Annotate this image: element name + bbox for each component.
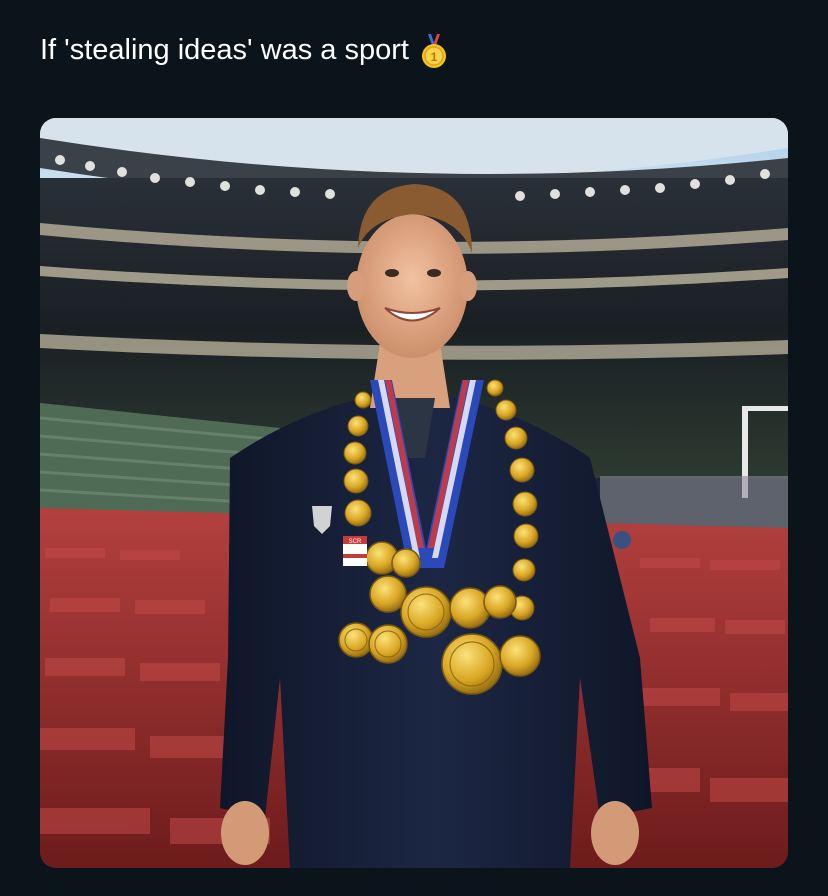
- post-image[interactable]: SCR: [40, 118, 788, 868]
- medal-label: SCR: [349, 539, 362, 545]
- stadium-medal-photo: SCR: [40, 118, 788, 868]
- first-place-medal-icon: 1: [419, 30, 449, 70]
- svg-text:1: 1: [431, 50, 438, 64]
- post-text-row: If 'stealing ideas' was a sport 1: [40, 30, 449, 70]
- tweet-post: If 'stealing ideas' was a sport 1 SCR: [0, 0, 828, 896]
- post-text: If 'stealing ideas' was a sport: [40, 34, 409, 66]
